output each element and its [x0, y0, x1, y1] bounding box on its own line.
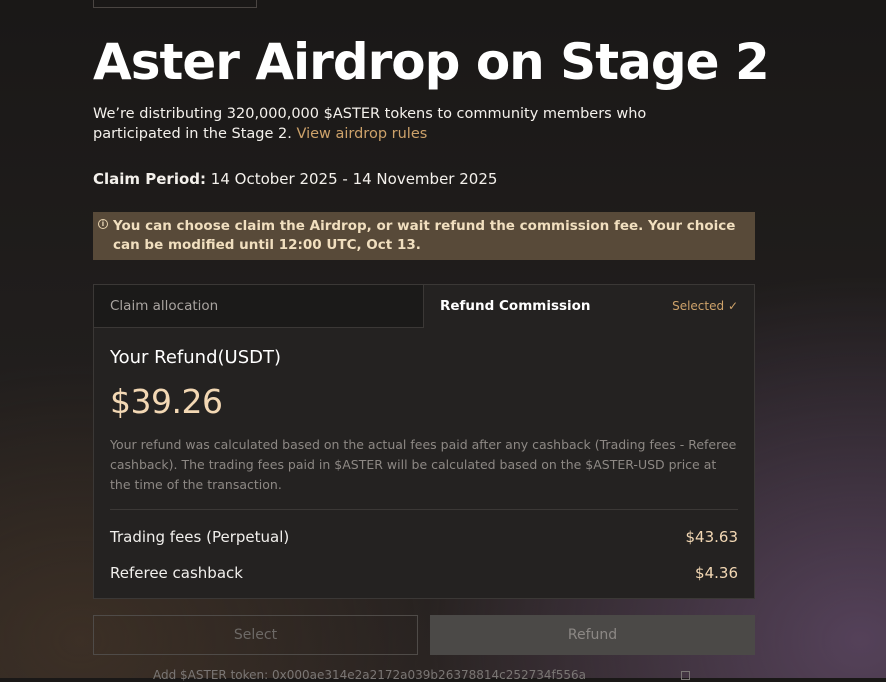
referee-cashback-row: Referee cashback $4.36 — [110, 563, 738, 583]
token-address-text: Add $ASTER token: 0x000ae314e2a2172a039b… — [153, 668, 587, 682]
tab-refund-commission[interactable]: Refund Commission Selected ✓ — [424, 285, 754, 328]
selected-badge: Selected ✓ — [672, 285, 738, 328]
referee-cashback-label: Referee cashback — [110, 564, 243, 582]
trading-fees-value: $43.63 — [685, 528, 739, 546]
select-button[interactable]: Select — [93, 615, 418, 655]
divider — [110, 509, 738, 510]
page-title: Aster Airdrop on Stage 2 — [93, 33, 770, 91]
info-icon: i — [98, 219, 108, 229]
referee-cashback-value: $4.36 — [695, 564, 738, 582]
page-description: We’re distributing 320,000,000 $ASTER to… — [93, 104, 653, 144]
choice-notice: i You can choose claim the Airdrop, or w… — [93, 212, 755, 260]
refund-amount: $39.26 — [110, 382, 223, 421]
tab-claim-label: Claim allocation — [110, 298, 219, 314]
selected-label: Selected — [672, 299, 725, 313]
refund-explanation: Your refund was calculated based on the … — [110, 437, 737, 492]
airdrop-rules-link[interactable]: View airdrop rules — [296, 126, 427, 142]
claim-period-label: Claim Period — [93, 170, 201, 188]
refund-panel: Claim allocation Refund Commission Selec… — [93, 284, 755, 599]
trading-fees-row: Trading fees (Perpetual) $43.63 — [110, 527, 738, 547]
refund-title: Your Refund(USDT) — [110, 347, 281, 368]
copy-icon[interactable] — [681, 671, 690, 680]
notice-text: You can choose claim the Airdrop, or wai… — [113, 218, 736, 253]
tab-refund-label: Refund Commission — [440, 298, 591, 314]
trading-fees-label: Trading fees (Perpetual) — [110, 528, 290, 546]
checkmark-icon: ✓ — [727, 299, 738, 313]
claim-period-value: 14 October 2025 - 14 November 2025 — [210, 170, 498, 188]
tab-claim-allocation[interactable]: Claim allocation — [94, 285, 424, 328]
refund-button[interactable]: Refund — [430, 615, 755, 655]
claim-period: Claim Period: 14 October 2025 - 14 Novem… — [93, 170, 498, 188]
top-tab-stub — [93, 0, 257, 8]
